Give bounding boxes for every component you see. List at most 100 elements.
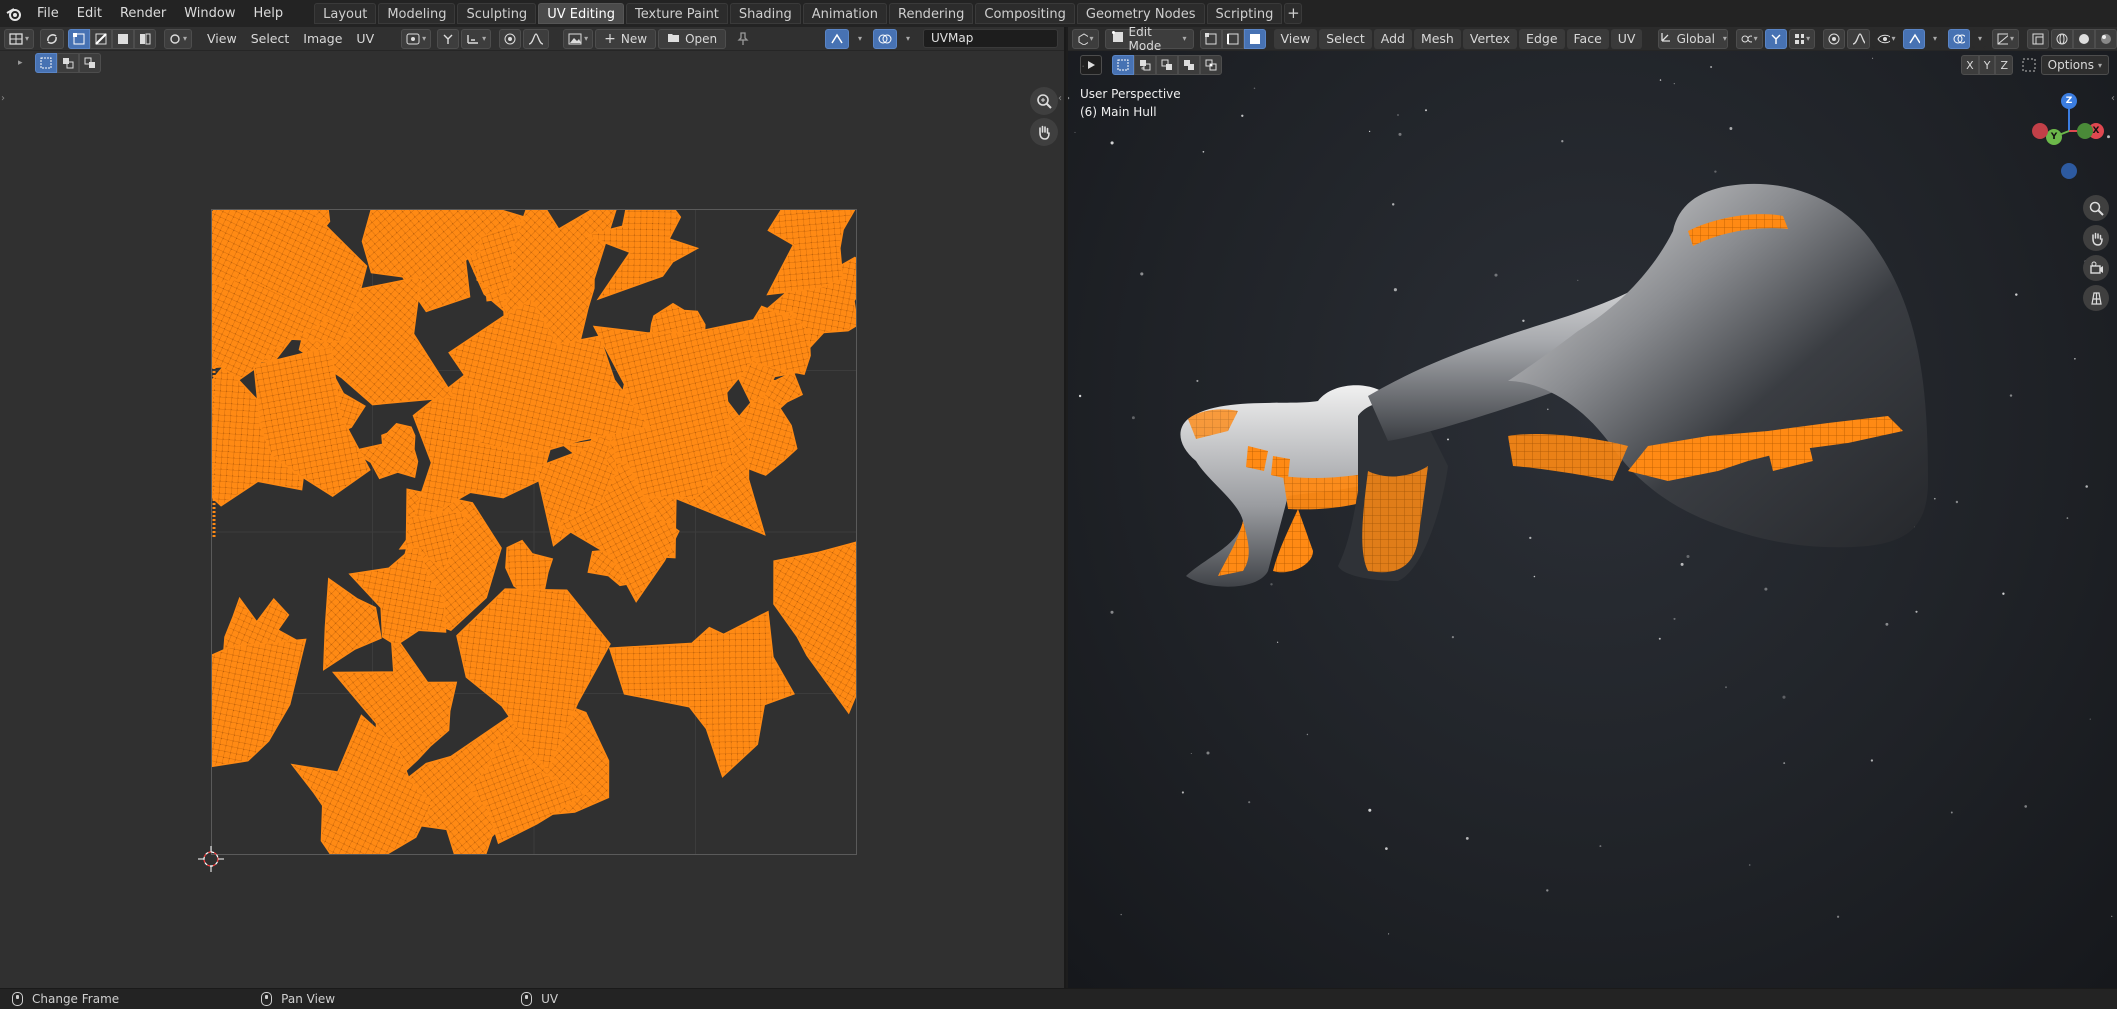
uv-overlay-toggle-icon[interactable] — [872, 28, 897, 49]
menu-window[interactable]: Window — [175, 0, 244, 27]
gizmo-dropdown[interactable]: ▾ — [1926, 28, 1942, 49]
tab-scripting[interactable]: Scripting — [1206, 3, 1283, 24]
pivot-3d-icon[interactable]: ▾ — [1736, 28, 1763, 49]
hand-pan-icon[interactable] — [1030, 118, 1058, 146]
blender-logo-icon[interactable] — [0, 0, 28, 27]
snap-increment-icon[interactable]: ▾ — [1788, 28, 1816, 49]
tab-texture-paint[interactable]: Texture Paint — [626, 3, 728, 24]
tab-rendering[interactable]: Rendering — [889, 3, 974, 24]
uv-menu-uv[interactable]: UV — [349, 29, 381, 49]
face-mode-icon[interactable] — [1243, 28, 1266, 49]
tab-sculpting[interactable]: Sculpting — [457, 3, 537, 24]
tab-layout[interactable]: Layout — [314, 3, 377, 24]
vp-menu-uv[interactable]: UV — [1610, 28, 1643, 49]
vertex-select-icon[interactable] — [68, 28, 91, 49]
uv-menu-select[interactable]: Select — [244, 29, 297, 49]
island-select-icon[interactable] — [134, 28, 157, 49]
sync-selection-icon[interactable] — [40, 28, 65, 49]
2d-cursor-icon[interactable] — [198, 846, 224, 872]
uv-gizmo-toggle-icon[interactable] — [824, 28, 849, 49]
new-image-button[interactable]: + New — [595, 28, 657, 49]
menu-file[interactable]: File — [28, 0, 68, 27]
shading-mode-group — [2051, 28, 2117, 49]
toolbar-expand-arrow-icon[interactable]: › — [1, 93, 5, 104]
status-bar: Change Frame Pan View UV — [0, 988, 2117, 1009]
select-subtract-icon[interactable] — [78, 53, 101, 73]
vp-menu-vertex[interactable]: Vertex — [1462, 28, 1518, 49]
face-select-icon[interactable] — [112, 28, 135, 49]
collapse-arrow-icon[interactable]: ▸ — [18, 58, 23, 68]
uv-tool-select-group — [34, 53, 101, 73]
tab-uv-editing[interactable]: UV Editing — [538, 3, 625, 24]
uv-bounds-frame — [211, 209, 857, 855]
overlay-dropdown[interactable]: ▾ — [1971, 28, 1987, 49]
uv-menu-image[interactable]: Image — [296, 29, 349, 49]
navigation-gizmo[interactable]: Z Y X — [2029, 89, 2109, 179]
xray-toggle-icon[interactable] — [2027, 28, 2049, 49]
material-shading-icon[interactable] — [2095, 28, 2117, 49]
region-toggle-arrow-icon[interactable]: ‹ — [1058, 93, 1062, 104]
menu-edit[interactable]: Edit — [68, 0, 111, 27]
visibility-icon[interactable]: ▾ — [1872, 28, 1901, 49]
proportional-falloff-icon[interactable] — [523, 28, 550, 49]
snap-icon[interactable] — [437, 28, 460, 49]
editor-type-3d-icon[interactable]: ▾ — [1072, 28, 1099, 49]
tab-animation[interactable]: Animation — [802, 3, 887, 24]
gizmo-neg-z-axis[interactable] — [2061, 163, 2077, 179]
mode-dropdown[interactable]: Edit Mode ▾ — [1104, 27, 1194, 53]
vertex-mode-icon[interactable] — [1199, 28, 1222, 49]
transform-orientation-dropdown[interactable]: Global ▾ — [1658, 28, 1729, 49]
gizmo-neg-y-axis[interactable] — [2077, 123, 2093, 139]
select-box-icon[interactable] — [34, 53, 57, 73]
sticky-selection-icon[interactable]: ▾ — [164, 28, 193, 49]
pivot-point-icon[interactable]: ▾ — [401, 28, 432, 49]
uv-overlay-dropdown[interactable]: ▾ — [898, 28, 915, 49]
edge-mode-icon[interactable] — [1221, 28, 1244, 49]
edge-select-icon[interactable] — [90, 28, 113, 49]
snap-target-icon[interactable]: ▾ — [461, 28, 492, 49]
vp-menu-edge[interactable]: Edge — [1519, 28, 1565, 49]
overlay-toggle-icon[interactable] — [1947, 28, 1970, 49]
open-image-button[interactable]: Open — [658, 28, 727, 49]
uv-menu-view[interactable]: View — [200, 29, 244, 49]
vp-menu-face[interactable]: Face — [1566, 28, 1609, 49]
menu-render[interactable]: Render — [111, 0, 175, 27]
wireframe-shading-icon[interactable] — [2051, 28, 2073, 49]
add-workspace-button[interactable]: + — [1284, 3, 1303, 24]
gizmo-y-axis[interactable]: Y — [2046, 129, 2062, 145]
vp-menu-add[interactable]: Add — [1373, 28, 1412, 49]
uv-editor-panel[interactable]: ▾ ▾ View Select Image UV ▾ ▾ ▾ + New Ope… — [0, 27, 1066, 988]
snap-3d-icon[interactable] — [1764, 28, 1787, 49]
gizmo-neg-x-axis[interactable] — [2032, 123, 2048, 139]
tab-modeling[interactable]: Modeling — [378, 3, 456, 24]
pin-icon[interactable] — [734, 30, 752, 48]
vp-menu-mesh[interactable]: Mesh — [1413, 28, 1461, 49]
perspective-grid-icon[interactable] — [2083, 285, 2109, 311]
tab-compositing[interactable]: Compositing — [975, 3, 1075, 24]
uvmap-field[interactable]: UVMap — [923, 29, 1058, 48]
zoom-icon[interactable] — [1030, 87, 1058, 115]
editor-type-icon[interactable]: ▾ — [4, 28, 35, 49]
3d-viewport-panel[interactable]: ▾ Edit Mode ▾ View Select Add Mesh Verte… — [1068, 27, 2117, 988]
proportional-edit-icon[interactable] — [499, 28, 522, 49]
select-extend-icon[interactable] — [56, 53, 79, 73]
falloff-3d-icon[interactable] — [1847, 28, 1871, 49]
solid-shading-icon[interactable] — [2073, 28, 2095, 49]
vp-menu-view[interactable]: View — [1273, 28, 1318, 49]
tab-shading[interactable]: Shading — [729, 3, 801, 24]
proportional-3d-icon[interactable] — [1823, 28, 1846, 49]
image-browse-icon[interactable]: ▾ — [563, 28, 594, 49]
gizmo-toggle-icon[interactable] — [1902, 28, 1925, 49]
mesh-edit-overlay-icon[interactable]: ▾ — [1992, 28, 2019, 49]
vp-pan-hand-icon[interactable] — [2083, 225, 2109, 251]
camera-view-icon[interactable] — [2083, 255, 2109, 281]
vp-menu-select[interactable]: Select — [1319, 28, 1372, 49]
uv-gizmo-dropdown[interactable]: ▾ — [850, 28, 867, 49]
sidebar-toggle-arrow-icon[interactable]: ‹ — [2111, 93, 2115, 104]
split-arrows-icon[interactable]: ‹› — [1068, 93, 1070, 104]
gizmo-z-axis[interactable]: Z — [2061, 93, 2077, 109]
tab-geometry-nodes[interactable]: Geometry Nodes — [1076, 3, 1205, 24]
uv-canvas[interactable] — [211, 209, 857, 855]
vp-zoom-icon[interactable] — [2083, 195, 2109, 221]
menu-help[interactable]: Help — [245, 0, 293, 27]
